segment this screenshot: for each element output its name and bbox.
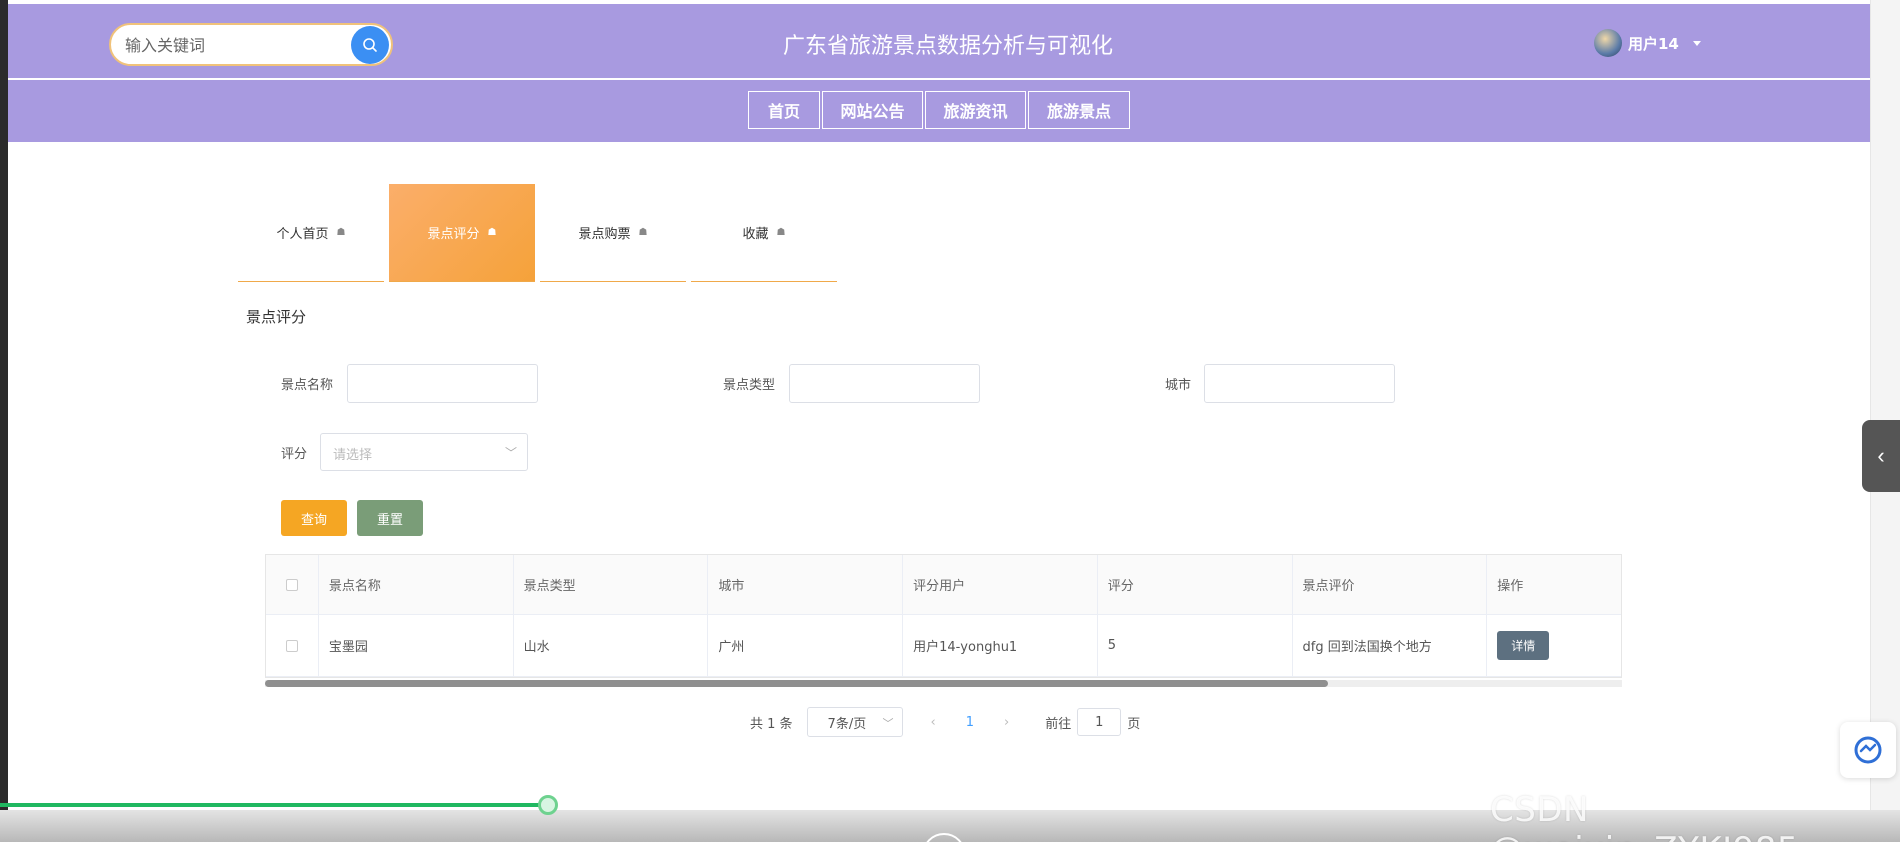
nav-item-news[interactable]: 旅游资讯 bbox=[925, 91, 1026, 129]
tab-label: 景点评分 bbox=[427, 227, 480, 242]
table-header-row: 景点名称 景点类型 城市 评分用户 评分 景点评价 操作 bbox=[266, 555, 1621, 615]
col-header-city[interactable]: 城市 bbox=[708, 555, 904, 614]
assistant-icon bbox=[1854, 736, 1882, 764]
chevron-down-icon: ﹀ bbox=[504, 446, 517, 460]
main-nav: 首页 网站公告 旅游资讯 旅游景点 bbox=[748, 91, 1132, 129]
tab-label: 收藏 bbox=[742, 227, 769, 242]
table-row: 宝墨园 山水 广州 用户14-yonghu1 5 dfg 回到法国换个地方 详情 bbox=[266, 615, 1621, 677]
side-collapse-button[interactable]: ‹ bbox=[1862, 420, 1900, 492]
goto-suffix: 页 bbox=[1127, 716, 1141, 732]
rating-label: 评分 bbox=[281, 447, 308, 462]
type-input[interactable] bbox=[789, 364, 980, 403]
name-label: 景点名称 bbox=[281, 378, 334, 393]
tab-label: 景点购票 bbox=[578, 227, 631, 242]
cell-type: 山水 bbox=[514, 615, 709, 676]
current-page[interactable]: 1 bbox=[966, 715, 974, 730]
user-menu[interactable]: 用户14 bbox=[1594, 29, 1701, 57]
select-all-cell bbox=[266, 555, 319, 614]
search-box bbox=[109, 23, 393, 66]
search-input[interactable] bbox=[125, 33, 325, 57]
row-checkbox-cell bbox=[266, 615, 319, 676]
user-name: 用户14 bbox=[1628, 34, 1679, 53]
name-input[interactable] bbox=[347, 364, 538, 403]
search-icon bbox=[363, 38, 377, 52]
col-header-score[interactable]: 评分 bbox=[1098, 555, 1293, 614]
chevron-down-icon: ﹀ bbox=[882, 717, 894, 730]
chevron-left-icon: ‹ bbox=[1877, 443, 1885, 468]
search-button[interactable] bbox=[351, 26, 389, 64]
city-input[interactable] bbox=[1204, 364, 1395, 403]
next-page-icon[interactable]: › bbox=[1004, 715, 1009, 730]
cell-score: 5 bbox=[1098, 615, 1293, 676]
cell-review: dfg 回到法国换个地方 bbox=[1293, 615, 1488, 676]
row-checkbox[interactable] bbox=[285, 639, 298, 652]
reset-button[interactable]: 重置 bbox=[357, 500, 423, 536]
cell-name: 宝墨园 bbox=[319, 615, 514, 676]
goto-page-input[interactable]: 1 bbox=[1077, 708, 1122, 736]
select-all-checkbox[interactable] bbox=[285, 578, 298, 591]
pagination: 共 1 条 7条/页 ﹀ ‹ 1 › 前往 1 页 bbox=[750, 707, 1140, 737]
left-edge bbox=[0, 0, 8, 842]
rating-table: 景点名称 景点类型 城市 评分用户 评分 景点评价 操作 宝墨园 山水 广州 用… bbox=[265, 554, 1622, 678]
table-scrollbar[interactable] bbox=[265, 680, 1622, 687]
page-size-value: 7条/页 bbox=[827, 716, 867, 732]
goto-page-value: 1 bbox=[1095, 714, 1104, 730]
player-progress[interactable] bbox=[0, 803, 548, 807]
home-icon: ☗ bbox=[776, 227, 786, 238]
rating-select[interactable]: 请选择 ﹀ bbox=[320, 433, 528, 471]
scrollbar-thumb[interactable] bbox=[265, 680, 1328, 687]
header: 广东省旅游景点数据分析与可视化 用户14 bbox=[8, 4, 1870, 78]
page-size-select[interactable]: 7条/页 ﹀ bbox=[806, 707, 903, 737]
col-header-type[interactable]: 景点类型 bbox=[514, 555, 709, 614]
chevron-down-icon bbox=[1692, 40, 1701, 46]
col-header-action: 操作 bbox=[1497, 579, 1524, 594]
section-title: 景点评分 bbox=[246, 308, 307, 326]
query-button[interactable]: 查询 bbox=[281, 500, 347, 536]
tab-label: 个人首页 bbox=[276, 227, 329, 242]
site-title: 广东省旅游景点数据分析与可视化 bbox=[782, 34, 1113, 59]
watermark: CSDN @weixin_ZYKJ985 bbox=[1490, 790, 1799, 842]
avatar bbox=[1594, 29, 1622, 57]
prev-page-icon[interactable]: ‹ bbox=[931, 715, 936, 730]
tab-profile[interactable]: 个人首页 ☗ bbox=[238, 184, 384, 282]
detail-button[interactable]: 详情 bbox=[1497, 631, 1550, 660]
cell-action: 详情 bbox=[1487, 615, 1621, 676]
col-header-name[interactable]: 景点名称 bbox=[319, 555, 514, 614]
home-icon: ☗ bbox=[336, 227, 346, 238]
nav-item-attractions[interactable]: 旅游景点 bbox=[1028, 91, 1130, 129]
type-label: 景点类型 bbox=[723, 378, 776, 393]
nav-item-notice[interactable]: 网站公告 bbox=[822, 91, 923, 129]
col-header-user[interactable]: 评分用户 bbox=[903, 555, 1098, 614]
tab-tickets[interactable]: 景点购票 ☗ bbox=[540, 184, 686, 282]
tab-favorites[interactable]: 收藏 ☗ bbox=[691, 184, 837, 282]
city-label: 城市 bbox=[1165, 378, 1192, 393]
home-icon: ☗ bbox=[638, 227, 648, 238]
float-helper-button[interactable] bbox=[1840, 722, 1896, 778]
player-progress-handle[interactable] bbox=[538, 795, 558, 815]
col-header-review[interactable]: 景点评价 bbox=[1293, 555, 1488, 614]
goto-prefix: 前往 bbox=[1045, 716, 1072, 732]
home-icon: ☗ bbox=[487, 227, 497, 238]
profile-tabs: 个人首页 ☗ 景点评分 ☗ 景点购票 ☗ 收藏 ☗ bbox=[238, 184, 842, 282]
total-count: 共 1 条 bbox=[750, 716, 793, 732]
cell-city: 广州 bbox=[708, 615, 904, 676]
tab-rating[interactable]: 景点评分 ☗ bbox=[389, 184, 535, 282]
rating-placeholder: 请选择 bbox=[333, 448, 373, 463]
cell-user: 用户14-yonghu1 bbox=[903, 615, 1098, 676]
nav-item-home[interactable]: 首页 bbox=[748, 91, 820, 129]
